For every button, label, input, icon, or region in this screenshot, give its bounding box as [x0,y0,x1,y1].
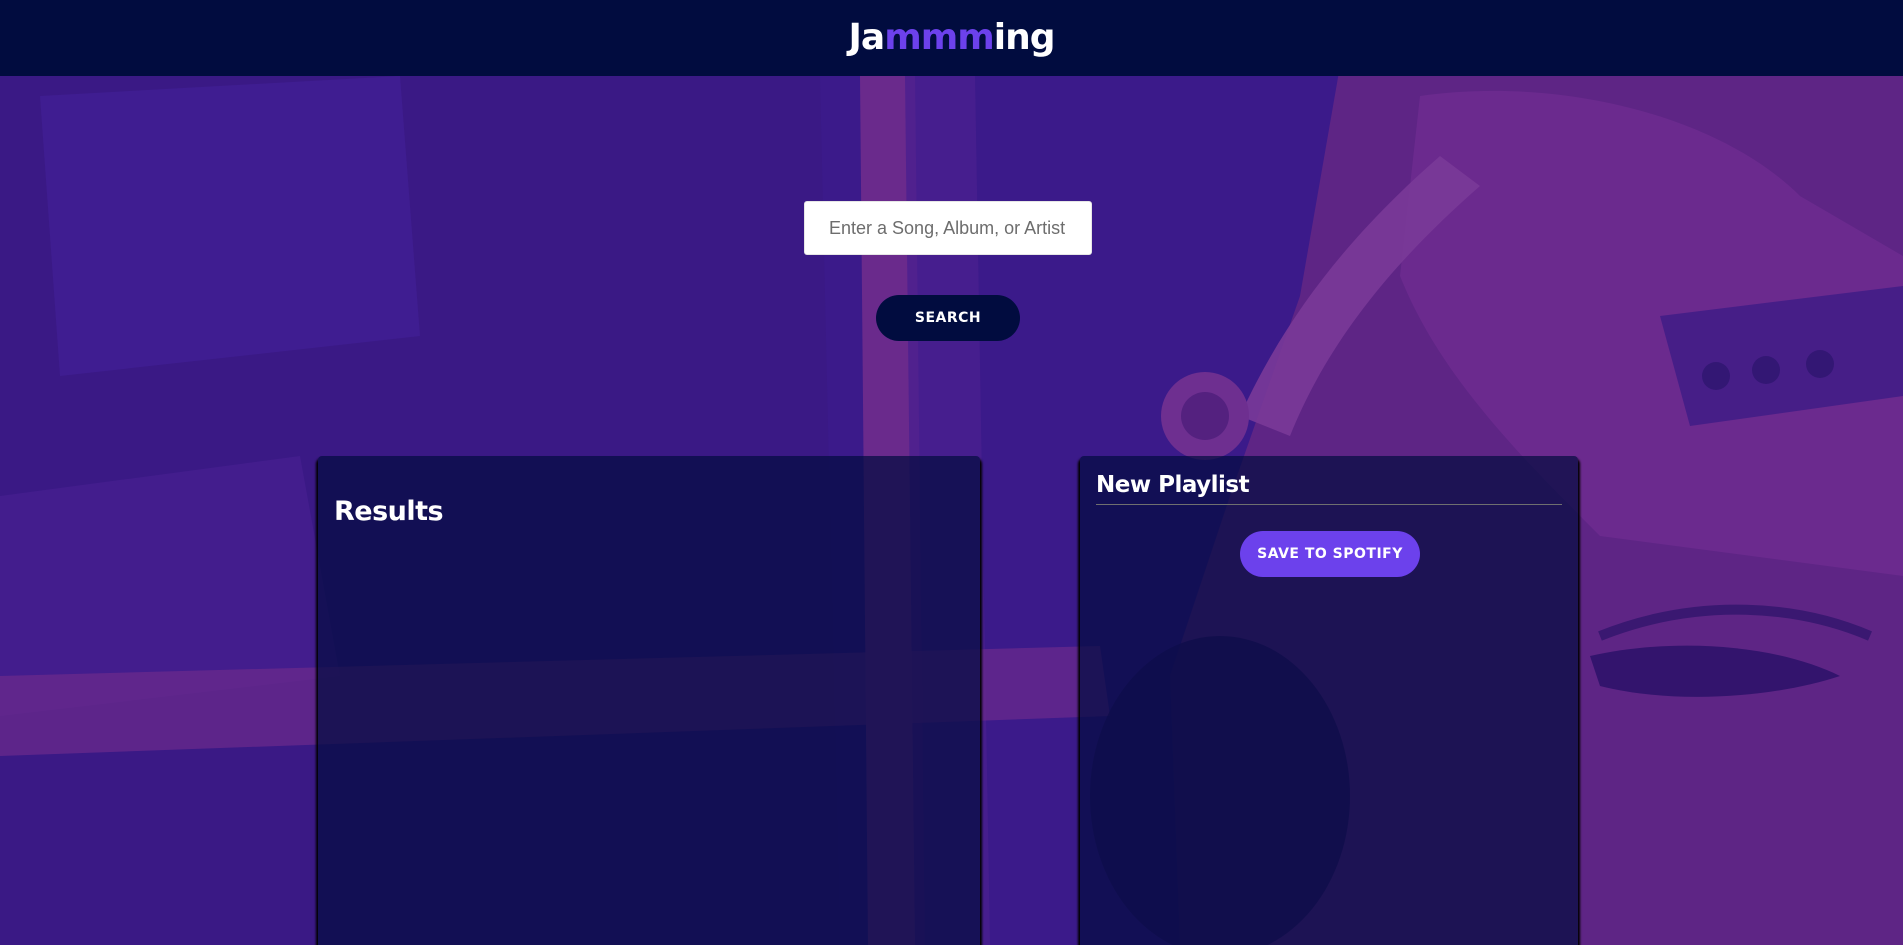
logo-suffix: ing [993,16,1056,58]
app-header: Jammming [0,0,1903,76]
playlist-panel: SAVE TO SPOTIFY [1080,456,1578,945]
app-logo: Jammming [848,16,1056,58]
search-input[interactable] [804,201,1092,255]
results-panel: Results [318,456,980,945]
save-to-spotify-button[interactable]: SAVE TO SPOTIFY [1240,531,1420,577]
search-button[interactable]: SEARCH [876,295,1020,341]
playlist-name-input[interactable] [1096,472,1562,505]
logo-highlight: mmm [884,16,995,58]
logo-prefix: Ja [848,16,886,58]
results-title: Results [334,496,444,527]
